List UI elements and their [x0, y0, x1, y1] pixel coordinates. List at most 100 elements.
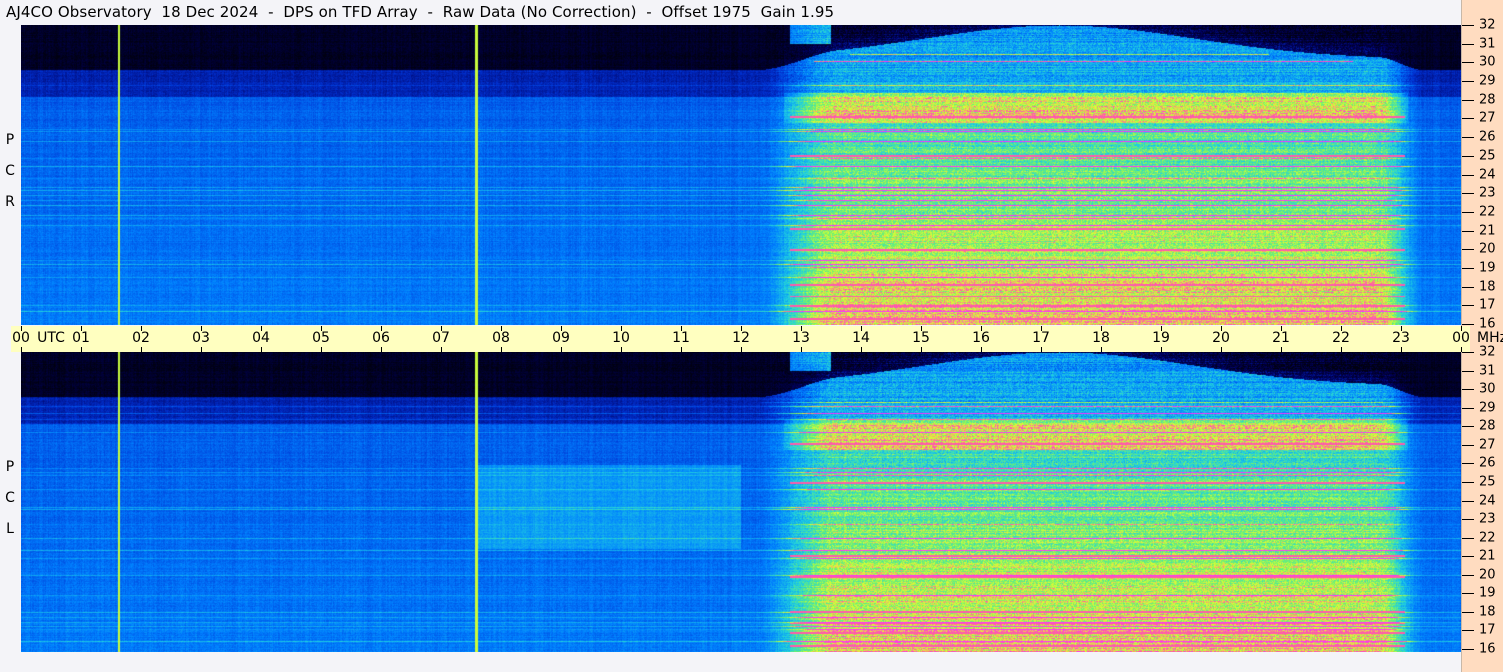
freq-tick [1462, 538, 1474, 539]
time-tick [621, 347, 622, 352]
freq-tick [1462, 352, 1474, 353]
time-tick [501, 347, 502, 352]
time-tick [381, 347, 382, 352]
freq-tick-label: 28 [1479, 418, 1496, 434]
freq-tick-label: 20 [1479, 567, 1496, 583]
freq-tick-label: 17 [1479, 297, 1496, 313]
time-tick [921, 347, 922, 352]
freq-tick-label: 25 [1479, 474, 1496, 490]
time-tick-label: 00 [1452, 330, 1470, 346]
freq-tick [1462, 519, 1474, 520]
freq-tick-label: 28 [1479, 92, 1496, 108]
time-tick [441, 347, 442, 352]
time-tick [1221, 347, 1222, 352]
freq-tick [1462, 118, 1474, 119]
pol-letter: C [5, 163, 15, 179]
freq-tick-label: 18 [1479, 604, 1496, 620]
time-tick-label: 02 [132, 330, 150, 346]
time-tick [81, 347, 82, 352]
freq-tick [1462, 575, 1474, 576]
freq-tick-label: 30 [1479, 381, 1496, 397]
freq-tick-label: 19 [1479, 585, 1496, 601]
freq-tick-label: 16 [1479, 641, 1496, 657]
time-unit-label: UTC [37, 330, 65, 346]
time-tick [21, 347, 22, 352]
freq-tick [1462, 630, 1474, 631]
time-tick-label: 05 [312, 330, 330, 346]
freq-tick-label: 24 [1479, 167, 1496, 183]
time-tick [861, 347, 862, 352]
time-tick-label: 23 [1392, 330, 1410, 346]
freq-tick [1462, 25, 1474, 26]
freq-tick [1462, 249, 1474, 250]
freq-tick [1462, 81, 1474, 82]
lcp-label: P C L [2, 452, 18, 545]
freq-tick-label: 29 [1479, 400, 1496, 416]
freq-tick [1462, 231, 1474, 232]
time-tick-label: 12 [732, 330, 750, 346]
freq-tick [1462, 463, 1474, 464]
freq-tick-label: 22 [1479, 204, 1496, 220]
freq-tick [1462, 100, 1474, 101]
pol-letter: P [5, 132, 15, 148]
freq-tick-label: 29 [1479, 73, 1496, 89]
time-tick [981, 347, 982, 352]
time-tick-label: 16 [972, 330, 990, 346]
time-tick [1401, 347, 1402, 352]
time-tick [681, 347, 682, 352]
freq-tick-label: 19 [1479, 260, 1496, 276]
freq-tick-label: 32 [1479, 344, 1496, 360]
time-tick-label: 15 [912, 330, 930, 346]
freq-tick [1462, 268, 1474, 269]
time-tick-label: 18 [1092, 330, 1110, 346]
freq-tick [1462, 137, 1474, 138]
freq-tick-label: 31 [1479, 36, 1496, 52]
time-tick-label: 04 [252, 330, 270, 346]
time-tick [261, 347, 262, 352]
freq-tick [1462, 482, 1474, 483]
freq-tick [1462, 287, 1474, 288]
pol-letter: R [5, 194, 15, 210]
freq-tick-label: 27 [1479, 437, 1496, 453]
pol-letter: P [5, 459, 15, 475]
time-tick-label: 19 [1152, 330, 1170, 346]
freq-tick-label: 20 [1479, 241, 1496, 257]
freq-tick-label: 17 [1479, 622, 1496, 638]
freq-tick-label: 24 [1479, 493, 1496, 509]
time-tick [1341, 347, 1342, 352]
time-tick [141, 347, 142, 352]
freq-tick [1462, 193, 1474, 194]
freq-tick-label: 22 [1479, 530, 1496, 546]
time-tick [1161, 347, 1162, 352]
time-tick-label: 08 [492, 330, 510, 346]
freq-tick-label: 16 [1479, 316, 1496, 332]
time-tick [201, 347, 202, 352]
freq-tick [1462, 44, 1474, 45]
freq-tick-label: 23 [1479, 511, 1496, 527]
time-tick [321, 347, 322, 352]
freq-tick [1462, 62, 1474, 63]
freq-tick [1462, 175, 1474, 176]
time-tick-label: 01 [72, 330, 90, 346]
time-tick-label: 00 [12, 330, 30, 346]
freq-tick-label: 21 [1479, 223, 1496, 239]
freq-tick [1462, 501, 1474, 502]
time-tick-label: 20 [1212, 330, 1230, 346]
pol-letter: L [6, 521, 14, 537]
freq-tick [1462, 212, 1474, 213]
time-tick [1041, 347, 1042, 352]
time-tick-label: 13 [792, 330, 810, 346]
freq-tick [1462, 556, 1474, 557]
freq-tick [1462, 426, 1474, 427]
time-tick-label: 10 [612, 330, 630, 346]
freq-tick-label: 30 [1479, 54, 1496, 70]
freq-tick [1462, 445, 1474, 446]
freq-tick-label: 18 [1479, 279, 1496, 295]
time-tick-label: 11 [672, 330, 690, 346]
time-tick-label: 14 [852, 330, 870, 346]
spectrogram-rcp [21, 25, 1461, 325]
chart-title: AJ4CO Observatory 18 Dec 2024 - DPS on T… [6, 3, 835, 21]
time-tick-label: 07 [432, 330, 450, 346]
time-tick [801, 347, 802, 352]
time-tick-label: 06 [372, 330, 390, 346]
